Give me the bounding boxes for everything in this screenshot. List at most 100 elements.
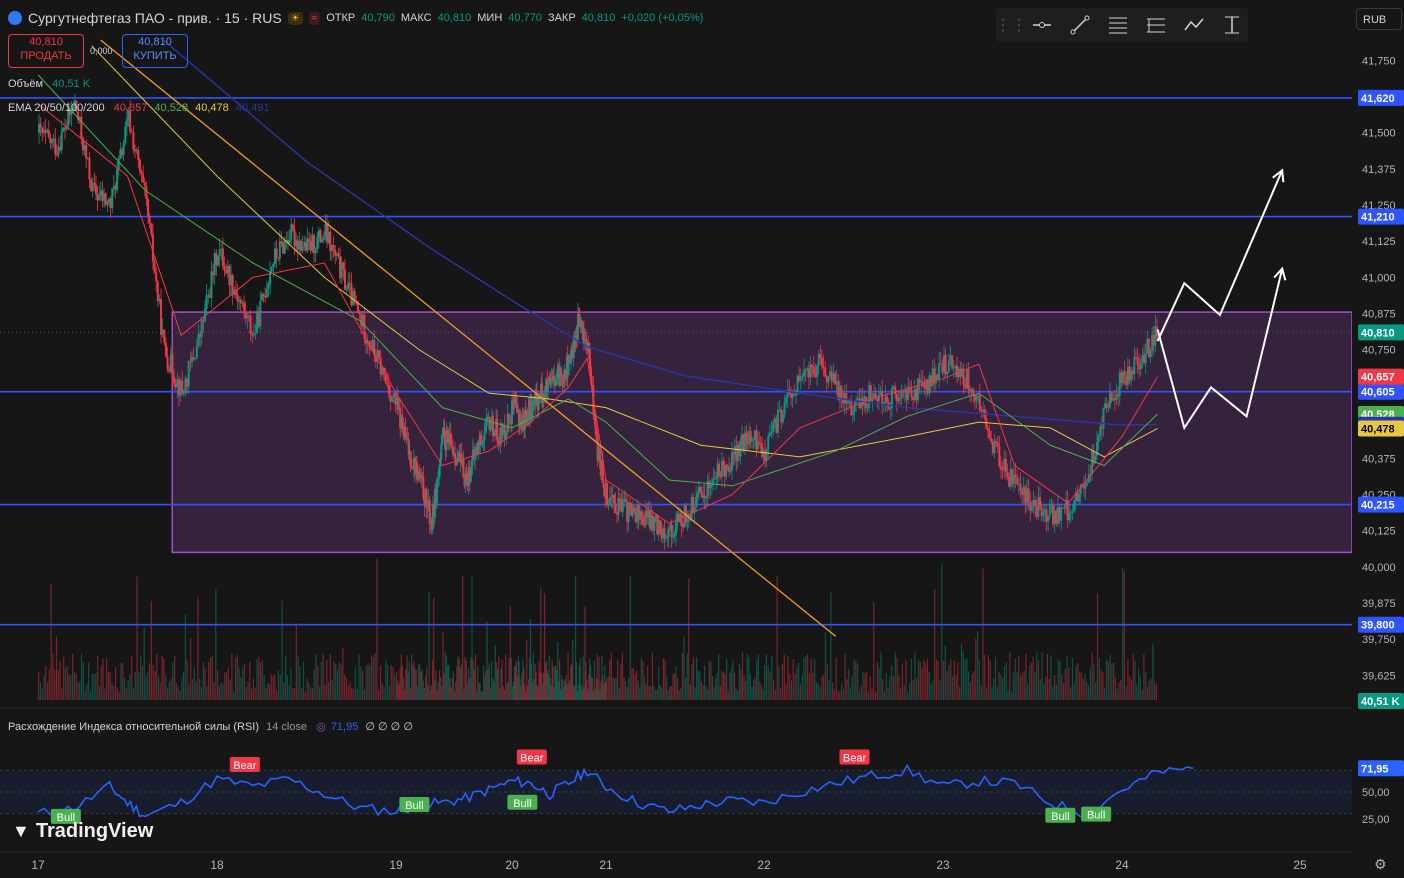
volume-bar: [98, 685, 101, 700]
volume-bar: [333, 661, 335, 700]
volume-bar: [418, 663, 420, 700]
volume-bar: [1082, 678, 1084, 700]
trend-line-icon[interactable]: [1068, 13, 1092, 37]
candle-body: [999, 466, 1002, 470]
sell-button[interactable]: 40,810 ПРОДАТЬ: [8, 34, 84, 68]
volume-bar: [896, 658, 898, 700]
volume-bar: [319, 686, 321, 700]
ema-legend[interactable]: EMA 20/50/100/200 40,657 40,528 40,478 4…: [8, 102, 270, 114]
volume-bar: [1075, 666, 1077, 700]
date-range-icon[interactable]: [1220, 13, 1244, 37]
candle-body: [187, 361, 190, 387]
rsi-legend[interactable]: Расхождение Индекса относительной силы (…: [8, 720, 413, 733]
buy-button[interactable]: 40,810 КУПИТЬ: [122, 34, 188, 68]
tradingview-logo[interactable]: ▼ TradingView: [12, 820, 153, 843]
volume-bar: [987, 655, 989, 700]
volume-bar: [270, 673, 272, 700]
volume-bar: [617, 659, 619, 700]
fib-extension-icon[interactable]: [1144, 13, 1168, 37]
volume-bar: [776, 575, 778, 700]
candle-body: [267, 283, 270, 289]
volume-bar: [477, 666, 479, 700]
volume-bar: [89, 691, 92, 700]
volume-bar: [347, 685, 349, 700]
volume-bar: [743, 674, 745, 700]
horizontal-ray-icon[interactable]: [1030, 13, 1054, 37]
volume-bar: [1089, 668, 1091, 700]
candle-body: [1084, 483, 1087, 489]
volume-bar: [431, 660, 434, 700]
volume-bar: [955, 674, 957, 700]
currency-selector[interactable]: RUB: [1356, 8, 1402, 30]
drag-handle-icon[interactable]: ⋮⋮: [995, 13, 1027, 37]
volume-bar: [376, 558, 378, 700]
volume-bar: [467, 667, 470, 700]
volume-bar: [338, 661, 340, 700]
volume-bar: [634, 674, 636, 700]
volume-bar: [801, 675, 803, 700]
candle-body: [387, 384, 390, 395]
volume-bar: [308, 682, 310, 700]
candle-body: [640, 511, 643, 517]
volume-bar: [476, 691, 478, 700]
price-tick-label: 41,125: [1362, 236, 1396, 248]
symbol-title[interactable]: Сургутнефтегаз ПАО - прив. · 15 · RUS: [28, 10, 282, 26]
volume-bar: [925, 662, 927, 700]
candle-body: [195, 345, 198, 359]
candle-body: [316, 237, 319, 250]
volume-bar: [102, 658, 104, 700]
volume-bar: [488, 663, 490, 700]
path-icon[interactable]: [1182, 13, 1206, 37]
candle-body: [695, 496, 698, 508]
volume-bar: [267, 683, 269, 700]
candle-body: [1078, 494, 1081, 502]
candle-body: [259, 300, 262, 327]
sun-icon: ☀: [287, 11, 303, 25]
volume-bar: [948, 664, 950, 700]
volume-bar: [819, 687, 821, 700]
volume-bar: [465, 660, 467, 700]
volume-bar: [1034, 672, 1036, 700]
candle-body: [151, 234, 154, 262]
volume-bar: [125, 688, 127, 700]
settings-gear-icon[interactable]: ⚙: [1374, 856, 1387, 873]
volume-bar: [907, 691, 909, 700]
volume-bar: [46, 682, 49, 700]
volume-bar: [673, 673, 676, 700]
volume-bar: [116, 687, 118, 700]
volume-bar: [823, 674, 825, 700]
candle-body: [705, 496, 708, 499]
price-chart[interactable]: BullBull BullBull BullBearBear Bear 41,7504…: [0, 0, 1404, 878]
volume-bar: [737, 690, 739, 700]
fib-retracement-icon[interactable]: [1106, 13, 1130, 37]
volume-bar: [54, 669, 56, 700]
candle-body: [670, 524, 673, 538]
candle-body: [150, 223, 153, 235]
volume-bar: [466, 682, 468, 700]
volume-legend[interactable]: Объём 40,51 K: [8, 78, 90, 90]
candle-body: [1030, 505, 1033, 511]
candle-body: [715, 477, 718, 480]
volume-bar: [353, 689, 355, 700]
candle-body: [210, 271, 213, 299]
candle-body: [1133, 357, 1136, 375]
candle-body: [358, 311, 361, 315]
open-value: 40,790: [361, 12, 395, 24]
volume-bar: [370, 655, 373, 700]
volume-bar: [458, 658, 460, 700]
ema-price-tag-text: 40,478: [1361, 423, 1395, 435]
volume-bar: [1019, 675, 1022, 700]
candle-body: [967, 369, 970, 390]
rsi-settings-icon[interactable]: ◎: [316, 721, 326, 733]
price-tick-label: 41,375: [1362, 164, 1396, 176]
volume-bar: [168, 681, 170, 700]
volume-bar: [917, 660, 920, 700]
volume-bar: [91, 674, 93, 700]
volume-bar: [344, 674, 346, 700]
price-tick-label: 40,375: [1362, 453, 1396, 465]
candle-body: [283, 240, 286, 254]
time-tick-label: 20: [505, 858, 519, 872]
volume-bar: [295, 623, 297, 700]
volume-bar: [792, 659, 794, 700]
volume-bar: [891, 665, 893, 700]
